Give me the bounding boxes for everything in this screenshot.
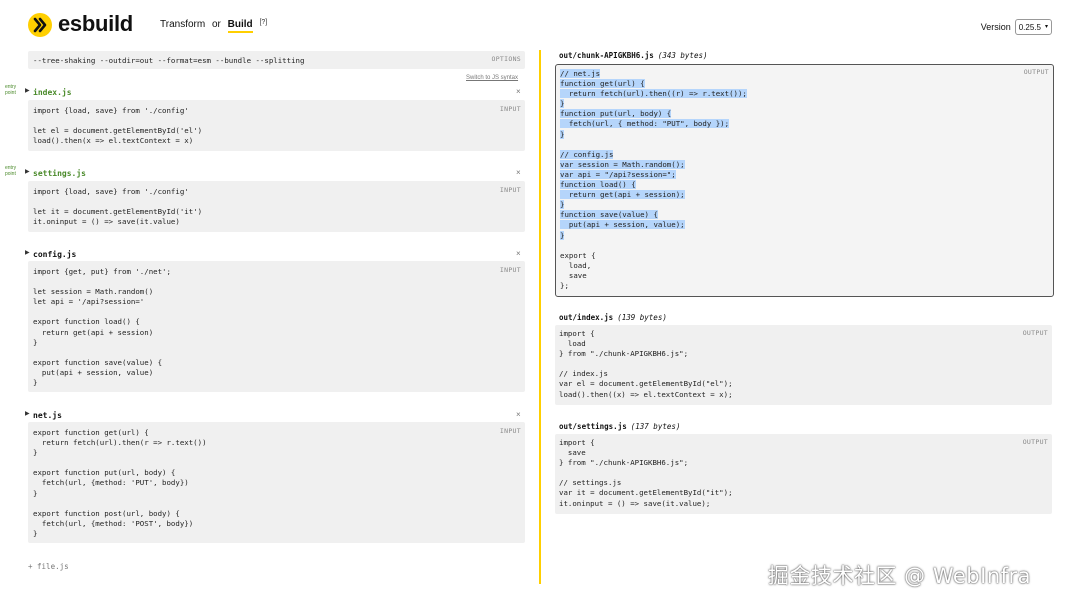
entry-toggle-icon[interactable]: ▶ — [25, 249, 30, 256]
output-code: import { load } from "./chunk-APIGKBH6.j… — [559, 329, 733, 399]
version-picker: Version 0.25.5 ▾ — [981, 19, 1052, 35]
entry-toggle-icon[interactable]: ▶ — [25, 410, 30, 417]
output-title-index: out/index.js (139 bytes) — [559, 313, 667, 322]
output-tag: OUTPUT — [1022, 329, 1048, 337]
file-name-net[interactable]: net.js — [33, 411, 62, 420]
mode-or-text: or — [211, 19, 221, 30]
version-select[interactable]: 0.25.5 ▾ — [1014, 19, 1052, 35]
input-editor-settings[interactable]: import {load, save} from './config' let … — [28, 181, 525, 232]
output-viewer-index[interactable]: import { load } from "./chunk-APIGKBH6.j… — [555, 325, 1052, 405]
version-label: Version — [980, 22, 1011, 32]
selected-code: // net.js function get(url) { return fet… — [560, 69, 747, 240]
file-name-config[interactable]: config.js — [33, 250, 76, 259]
esbuild-logo-icon — [28, 13, 52, 37]
input-tag: INPUT — [499, 105, 521, 113]
close-file-icon[interactable]: × — [516, 168, 521, 177]
input-tag: INPUT — [499, 186, 521, 194]
output-code: // net.js function get(url) { return fet… — [556, 65, 1053, 291]
mode-help-link[interactable]: [?] — [259, 19, 267, 26]
input-code: export function get(url) { return fetch(… — [33, 428, 207, 538]
mode-transform-link[interactable]: Transform — [160, 19, 205, 30]
output-tag: OUTPUT — [1023, 68, 1049, 76]
input-editor-index[interactable]: import {load, save} from './config' let … — [28, 100, 525, 151]
close-file-icon[interactable]: × — [516, 249, 521, 258]
entry-toggle-icon[interactable]: ▶ — [25, 168, 30, 175]
output-tag: OUTPUT — [1022, 438, 1048, 446]
app-name: esbuild — [58, 11, 133, 36]
input-editor-net[interactable]: export function get(url) { return fetch(… — [28, 422, 525, 543]
options-tag: OPTIONS — [491, 55, 521, 63]
input-tag: INPUT — [499, 427, 521, 435]
input-editor-config[interactable]: import {get, put} from './net'; let sess… — [28, 261, 525, 392]
output-viewer-settings[interactable]: import { save } from "./chunk-APIGKBH6.j… — [555, 434, 1052, 514]
column-divider — [539, 50, 541, 584]
mode-switcher: Transform or Build [?] — [160, 19, 271, 33]
entry-toggle-icon[interactable]: ▶ — [25, 87, 30, 94]
output-code: import { save } from "./chunk-APIGKBH6.j… — [559, 438, 733, 508]
entry-point-label: entry point — [5, 84, 17, 96]
chevron-down-icon: ▾ — [1044, 23, 1048, 30]
input-code: import {load, save} from './config' let … — [33, 106, 203, 146]
app-header: esbuild Transform or Build [?] Version 0… — [0, 0, 1080, 50]
options-text: --tree-shaking --outdir=out --format=esm… — [33, 56, 305, 65]
add-file-button[interactable]: + file.js — [28, 562, 69, 571]
watermark-text: 掘金技术社区 @ WebInfra — [768, 564, 1032, 588]
input-code: import {load, save} from './config' let … — [33, 187, 203, 227]
input-tag: INPUT — [499, 266, 521, 274]
output-code-rest: export { load, save }; — [560, 250, 596, 290]
file-name-index[interactable]: index.js — [33, 88, 72, 97]
mode-build-link[interactable]: Build — [227, 19, 253, 33]
close-file-icon[interactable]: × — [516, 410, 521, 419]
close-file-icon[interactable]: × — [516, 87, 521, 96]
options-input[interactable]: --tree-shaking --outdir=out --format=esm… — [28, 51, 525, 69]
switch-syntax-link[interactable]: Switch to JS syntax — [466, 75, 518, 81]
file-name-settings[interactable]: settings.js — [33, 169, 86, 178]
output-title-chunk: out/chunk-APIGKBH6.js (343 bytes) — [559, 51, 708, 60]
version-value: 0.25.5 — [1018, 22, 1041, 32]
entry-point-label: entry point — [5, 165, 17, 177]
output-title-settings: out/settings.js (137 bytes) — [559, 422, 681, 431]
input-code: import {get, put} from './net'; let sess… — [33, 267, 171, 388]
output-viewer-chunk[interactable]: // net.js function get(url) { return fet… — [555, 64, 1054, 297]
